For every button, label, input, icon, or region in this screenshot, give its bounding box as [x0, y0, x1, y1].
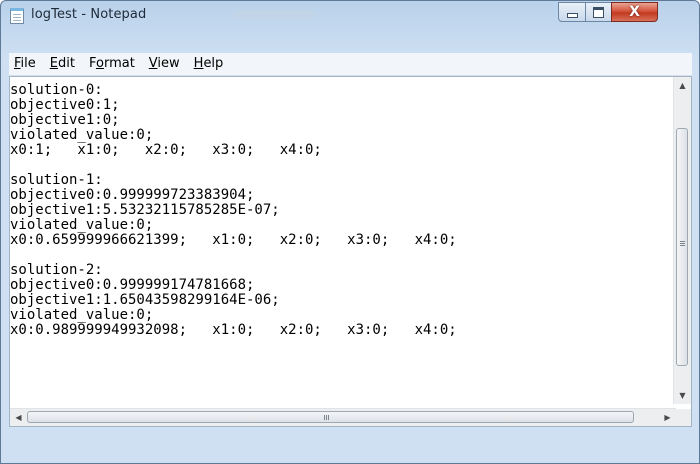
grip-icon [680, 241, 685, 242]
text-editor[interactable]: solution-0: objective0:1; objective1:0; … [9, 76, 692, 427]
resize-grip[interactable] [674, 409, 691, 426]
minimize-button[interactable] [558, 2, 586, 22]
arrow-left-icon: ◀ [15, 413, 22, 422]
notepad-window: logTest - Notepad X File Edit Format Vie… [0, 0, 700, 464]
maximize-button[interactable] [585, 2, 612, 22]
scroll-left-button[interactable]: ◀ [10, 409, 27, 426]
notepad-icon[interactable] [10, 8, 24, 24]
scroll-down-button[interactable]: ▼ [674, 387, 691, 404]
grip-icon [324, 415, 325, 420]
menu-edit[interactable]: Edit [43, 53, 82, 75]
blurred-title-decoration [233, 10, 315, 20]
minimize-icon [566, 13, 578, 18]
title-bar[interactable]: logTest - Notepad X [1, 1, 699, 31]
menu-format[interactable]: Format [82, 53, 142, 75]
maximize-icon [593, 6, 604, 18]
menu-help[interactable]: Help [187, 53, 231, 75]
menu-file[interactable]: File [9, 53, 43, 75]
close-icon: X [629, 4, 640, 20]
menu-view[interactable]: View [142, 53, 187, 75]
horizontal-scrollbar[interactable]: ◀ ▶ [10, 408, 676, 426]
document-text-area[interactable]: solution-0: objective0:1; objective1:0; … [10, 83, 672, 423]
scroll-up-button[interactable]: ▲ [674, 77, 691, 94]
arrow-right-icon: ▶ [664, 413, 671, 422]
arrow-up-icon: ▲ [679, 81, 686, 90]
window-title: logTest - Notepad [31, 7, 147, 22]
horizontal-scroll-thumb[interactable] [27, 411, 634, 423]
vertical-scrollbar[interactable]: ▲ ▼ [673, 77, 691, 404]
vertical-scroll-thumb[interactable] [676, 128, 688, 366]
arrow-down-icon: ▼ [679, 391, 686, 400]
document-text[interactable]: solution-0: objective0:1; objective1:0; … [10, 83, 672, 338]
window-bottom-frame [9, 427, 692, 463]
close-button[interactable]: X [611, 2, 658, 22]
menu-bar: File Edit Format View Help [9, 53, 692, 76]
